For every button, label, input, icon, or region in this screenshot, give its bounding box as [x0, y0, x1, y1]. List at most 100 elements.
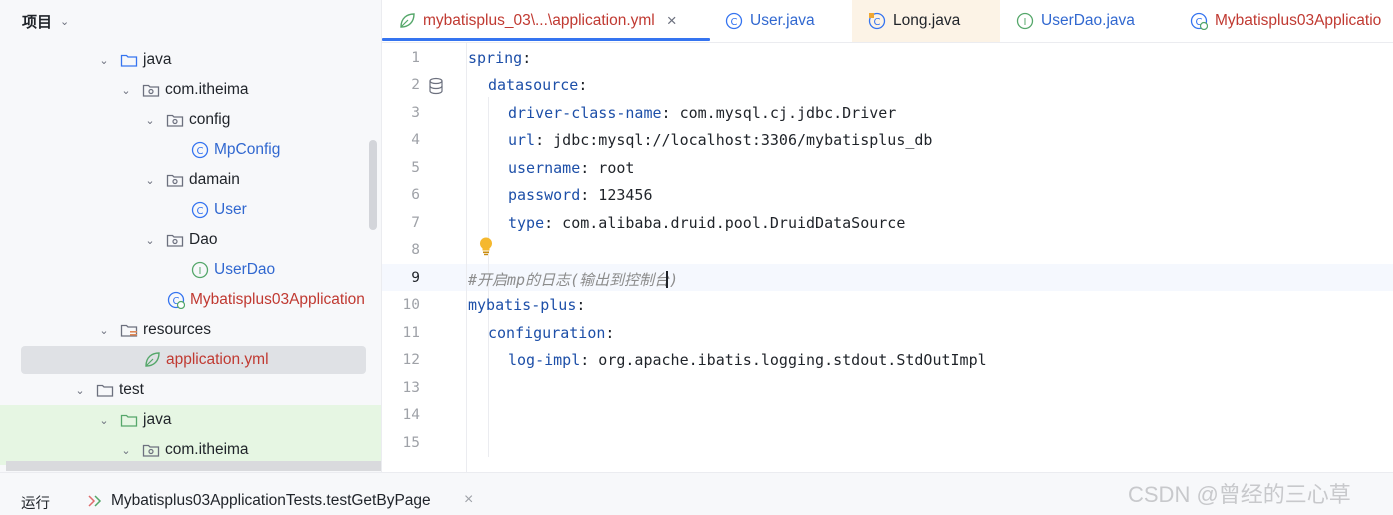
- yaml-colon: :: [580, 351, 590, 369]
- tree-item-config[interactable]: ⌄ config: [0, 105, 381, 135]
- yaml-value: root: [589, 159, 635, 177]
- run-configuration-label[interactable]: Mybatisplus03ApplicationTests.testGetByP…: [111, 492, 431, 510]
- tree-item-label: Dao: [189, 231, 218, 248]
- tree-scrollbar[interactable]: [369, 140, 377, 230]
- tree-item-label: java: [143, 411, 172, 428]
- tree-item-dao[interactable]: ⌄ Dao: [0, 225, 381, 255]
- yaml-colon: :: [576, 296, 586, 314]
- yaml-key: type: [508, 214, 545, 232]
- tree-item-label: test: [119, 381, 144, 398]
- tree-item-mpconfig[interactable]: C MpConfig: [0, 135, 381, 165]
- active-tab-indicator: [382, 38, 710, 41]
- package-icon: [142, 441, 160, 459]
- chevron-down-icon[interactable]: ⌄: [60, 15, 69, 28]
- tree-item-userdao[interactable]: I UserDao: [0, 255, 381, 285]
- code-line-11[interactable]: configuration:: [488, 324, 614, 342]
- code-line-5[interactable]: username: root: [508, 159, 634, 177]
- svg-text:I: I: [1024, 17, 1027, 28]
- chevron-down-icon[interactable]: ⌄: [72, 384, 88, 397]
- yaml-value: com.alibaba.druid.pool.DruidDataSource: [553, 214, 906, 232]
- tab-mybatisplus03application[interactable]: C Mybatisplus03Applicatio: [1190, 0, 1381, 42]
- line-number: 2: [411, 77, 420, 93]
- tree-item-com-itheima[interactable]: ⌄ com.itheima: [0, 75, 381, 105]
- tree-item-label: com.itheima: [165, 441, 249, 458]
- code-line-6[interactable]: password: 123456: [508, 186, 653, 204]
- tree-item-test[interactable]: ⌄ test: [0, 375, 381, 405]
- yaml-colon: :: [578, 76, 588, 94]
- test-run-icon: [87, 493, 105, 513]
- class-icon: C: [191, 201, 209, 219]
- tree-item-java[interactable]: ⌄ java: [0, 45, 381, 75]
- yaml-colon: :: [522, 49, 532, 67]
- tree-item-label: java: [143, 51, 172, 68]
- tree-item-damain[interactable]: ⌄ damain: [0, 165, 381, 195]
- yaml-colon: :: [661, 104, 671, 122]
- tree-item-test-java[interactable]: ⌄ java: [0, 405, 381, 435]
- chevron-down-icon[interactable]: ⌄: [96, 414, 112, 427]
- yaml-key: datasource: [488, 76, 579, 94]
- code-line-9[interactable]: #开启mp的日志(输出到控制台): [468, 269, 678, 290]
- chevron-down-icon[interactable]: ⌄: [96, 324, 112, 337]
- tab-label: Long.java: [893, 12, 961, 29]
- spring-yml-icon: [398, 12, 416, 30]
- project-panel-header[interactable]: 项目 ⌄: [0, 0, 381, 42]
- tree-item-label: com.itheima: [165, 81, 249, 98]
- database-icon[interactable]: [428, 77, 444, 99]
- tree-item-resources[interactable]: ⌄ resources: [0, 315, 381, 345]
- yaml-value: org.apache.ibatis.logging.stdout.StdOutI…: [589, 351, 987, 369]
- chevron-down-icon[interactable]: ⌄: [142, 114, 158, 127]
- line-number: 11: [402, 325, 420, 341]
- code-line-1[interactable]: spring:: [468, 49, 531, 67]
- tree-item-application-yml[interactable]: application.yml: [0, 345, 381, 375]
- code-line-3[interactable]: driver-class-name: com.mysql.cj.jdbc.Dri…: [508, 104, 896, 122]
- line-number-gutter: 1 2 3 4 5 6 7 8 9 10 11 12 13 14 15: [382, 43, 467, 472]
- tree-item-mybatisplus03application[interactable]: C Mybatisplus03Application: [0, 285, 381, 315]
- close-icon[interactable]: ×: [667, 11, 677, 31]
- chevron-down-icon[interactable]: ⌄: [142, 174, 158, 187]
- yaml-comment: #开启mp的日志(输出到控制台): [468, 271, 679, 289]
- yaml-value: com.mysql.cj.jdbc.Driver: [670, 104, 897, 122]
- tab-userdao-java[interactable]: I UserDao.java: [1016, 0, 1135, 42]
- yaml-key: password: [508, 186, 581, 204]
- text-cursor: [666, 271, 669, 288]
- tree-item-label: config: [189, 111, 231, 128]
- chevron-down-icon[interactable]: ⌄: [118, 444, 134, 457]
- svg-text:C: C: [874, 17, 881, 28]
- chevron-down-icon[interactable]: ⌄: [142, 234, 158, 247]
- line-number: 14: [402, 407, 420, 423]
- line-number: 13: [402, 380, 420, 396]
- chevron-down-icon[interactable]: ⌄: [96, 54, 112, 67]
- code-line-7[interactable]: type: com.alibaba.druid.pool.DruidDataSo…: [508, 214, 905, 232]
- yaml-key: spring: [468, 49, 523, 67]
- spring-yml-icon: [143, 351, 161, 369]
- tab-label: Mybatisplus03Applicatio: [1215, 12, 1382, 29]
- code-line-10[interactable]: mybatis-plus:: [468, 296, 585, 314]
- line-number: 7: [411, 215, 420, 231]
- code-line-4[interactable]: url: jdbc:mysql://localhost:3306/mybatis…: [508, 131, 932, 149]
- spring-app-icon: C: [1190, 12, 1208, 30]
- spring-app-icon: C: [167, 291, 185, 309]
- class-icon: C: [868, 12, 886, 30]
- package-icon: [166, 171, 184, 189]
- tab-application-yml[interactable]: mybatisplus_03\...\application.yml ×: [398, 0, 677, 42]
- editor: mybatisplus_03\...\application.yml × C U…: [382, 0, 1393, 472]
- tab-user-java[interactable]: C User.java: [725, 0, 815, 42]
- tree-item-label: resources: [143, 321, 212, 338]
- line-number: 1: [411, 50, 420, 66]
- tab-label: User.java: [750, 12, 815, 29]
- tree-item-user[interactable]: C User: [0, 195, 381, 225]
- yaml-colon: :: [580, 186, 590, 204]
- svg-text:C: C: [731, 17, 738, 28]
- run-tool-window-label[interactable]: 运行: [21, 492, 50, 513]
- horizontal-scrollbar[interactable]: [6, 461, 381, 471]
- code-line-2[interactable]: datasource:: [488, 76, 587, 94]
- close-icon[interactable]: ×: [464, 491, 473, 509]
- yaml-colon: :: [544, 214, 554, 232]
- yaml-key: log-impl: [508, 351, 581, 369]
- line-number: 9: [411, 270, 420, 286]
- lightbulb-icon[interactable]: [478, 236, 494, 260]
- chevron-down-icon[interactable]: ⌄: [118, 84, 134, 97]
- code-line-12[interactable]: log-impl: org.apache.ibatis.logging.stdo…: [508, 351, 987, 369]
- yaml-value: 123456: [589, 186, 653, 204]
- tab-long-java[interactable]: C Long.java: [852, 0, 1000, 42]
